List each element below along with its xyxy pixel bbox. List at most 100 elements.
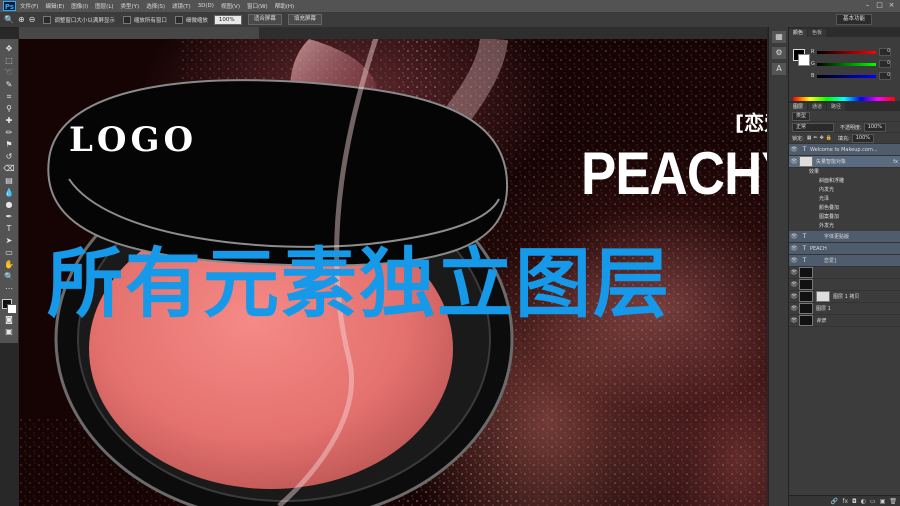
menu-image[interactable]: 图像(I) — [71, 2, 88, 10]
marquee-tool-icon[interactable]: ⬚ — [3, 55, 15, 66]
opacity-field[interactable]: 100% — [863, 122, 886, 132]
red-slider-track[interactable] — [817, 50, 876, 54]
menu-help[interactable]: 帮助(H) — [275, 2, 294, 10]
hand-tool-icon[interactable]: ✋ — [3, 259, 15, 270]
new-layer-icon[interactable]: ▣ — [880, 498, 886, 505]
zoom-in-icon[interactable]: ⊕ — [18, 15, 25, 24]
layer-row[interactable]: 👁 T PEACH — [789, 243, 900, 255]
minimize-button[interactable]: – — [863, 1, 872, 10]
trash-icon[interactable]: 🗑 — [889, 498, 897, 505]
layer-row[interactable]: 👁 — [789, 279, 900, 291]
type-tool-icon[interactable]: T — [3, 223, 15, 234]
workspace-select[interactable]: 基本功能 — [835, 14, 872, 25]
effect-bevel-emboss[interactable]: 斜面和浮雕 — [789, 177, 900, 186]
eye-icon[interactable]: 👁 — [789, 146, 799, 153]
more-tools-icon[interactable]: ⋯ — [3, 283, 15, 294]
blue-slider-track[interactable] — [817, 74, 876, 78]
effect-pattern-overlay[interactable]: 图案叠加 — [789, 213, 900, 222]
eyedropper-tool-icon[interactable]: ⚲ — [3, 103, 15, 114]
stamp-tool-icon[interactable]: ⚑ — [3, 139, 15, 150]
zoom-tool-icon[interactable]: 🔍 — [3, 271, 15, 282]
eye-icon[interactable]: 👁 — [789, 158, 799, 165]
shape-tool-icon[interactable]: ▭ — [3, 247, 15, 258]
blur-tool-icon[interactable]: 💧 — [3, 187, 15, 198]
dodge-tool-icon[interactable]: ● — [3, 199, 15, 210]
tab-paths[interactable]: 路径 — [827, 103, 846, 111]
menu-type[interactable]: 类型(Y) — [121, 2, 140, 10]
eye-icon[interactable]: 👁 — [789, 245, 799, 252]
color-swatches[interactable] — [2, 299, 17, 314]
layer-row[interactable]: 👁 T Welcome to Makeup.com... — [789, 144, 900, 156]
green-value[interactable]: 0 — [879, 60, 891, 68]
scrubby-zoom-checkbox[interactable]: 细微缩放 — [174, 15, 208, 24]
zoom-all-windows-checkbox[interactable]: 缩放所有窗口 — [122, 15, 167, 24]
red-value[interactable]: 0 — [879, 48, 891, 56]
properties-panel-icon[interactable]: ⚙ — [772, 47, 786, 59]
effect-outer-glow[interactable]: 外发光 — [789, 222, 900, 231]
add-mask-icon[interactable]: ◘ — [852, 498, 857, 505]
menu-select[interactable]: 选择(S) — [146, 2, 165, 10]
eye-icon[interactable]: 👁 — [789, 305, 799, 312]
fill-field[interactable]: 100% — [851, 133, 875, 143]
background-color-swatch[interactable] — [7, 304, 17, 314]
screen-mode-icon[interactable]: ▣ — [3, 326, 15, 337]
blend-mode-select[interactable]: 正常 — [792, 122, 834, 132]
menu-layer[interactable]: 图层(L) — [95, 2, 113, 10]
blue-value[interactable]: 0 — [879, 72, 891, 80]
lock-icons[interactable]: ▦✏✥🔒 — [807, 135, 834, 141]
effect-satin[interactable]: 光泽 — [789, 195, 900, 204]
eraser-tool-icon[interactable]: ⌫ — [3, 163, 15, 174]
menu-3d[interactable]: 3D(D) — [198, 3, 214, 9]
red-slider[interactable]: R 0 — [811, 48, 891, 56]
fx-icon[interactable]: fx — [842, 498, 848, 505]
effects-group-label[interactable]: 效果 — [789, 168, 900, 177]
layer-row[interactable]: 👁 矢量智能对象 fx — [789, 156, 900, 168]
healing-brush-tool-icon[interactable]: ✚ — [3, 115, 15, 126]
menu-filter[interactable]: 滤镜(T) — [172, 2, 191, 10]
gradient-tool-icon[interactable]: ▤ — [3, 175, 15, 186]
menu-view[interactable]: 视图(V) — [221, 2, 240, 10]
layer-row[interactable]: 👁 背景 — [789, 315, 900, 327]
blue-slider[interactable]: B 0 — [811, 72, 891, 80]
layer-row[interactable]: 👁 图层 1 — [789, 303, 900, 315]
new-group-icon[interactable]: ▭ — [870, 498, 876, 505]
path-select-tool-icon[interactable]: ➤ — [3, 235, 15, 246]
green-slider-track[interactable] — [817, 62, 876, 66]
adjustment-layer-icon[interactable]: ◐ — [861, 498, 866, 505]
eye-icon[interactable]: 👁 — [789, 233, 799, 240]
checkbox-box[interactable] — [122, 15, 131, 24]
eye-icon[interactable]: 👁 — [789, 257, 799, 264]
document-tab[interactable] — [19, 27, 259, 39]
fit-screen-button[interactable]: 适合屏幕 — [247, 14, 282, 25]
layer-kind-filter[interactable]: 类型 — [792, 111, 811, 121]
eye-icon[interactable]: 👁 — [789, 317, 799, 324]
background-color-chip[interactable] — [798, 54, 810, 66]
brush-tool-icon[interactable]: ✏ — [3, 127, 15, 138]
resize-windows-checkbox[interactable]: 调整窗口大小以满屏显示 — [43, 15, 115, 24]
history-panel-icon[interactable]: ▦ — [772, 31, 786, 43]
menu-window[interactable]: 窗口(W) — [247, 2, 268, 10]
tab-color[interactable]: 颜色 — [789, 29, 808, 37]
quick-mask-icon[interactable]: ◙ — [3, 314, 15, 325]
fill-screen-button[interactable]: 填充屏幕 — [287, 14, 322, 25]
lasso-tool-icon[interactable]: ➰ — [3, 67, 15, 78]
eye-icon[interactable]: 👁 — [789, 293, 799, 300]
move-tool-icon[interactable]: ✥ — [3, 43, 15, 54]
maximize-button[interactable]: □ — [875, 1, 884, 10]
layer-row[interactable]: 👁 T 恋爱] — [789, 255, 900, 267]
close-button[interactable]: × — [887, 1, 896, 10]
effect-inner-glow[interactable]: 内发光 — [789, 186, 900, 195]
eye-icon[interactable]: 👁 — [789, 269, 799, 276]
tab-channels[interactable]: 通道 — [808, 103, 827, 111]
eye-icon[interactable]: 👁 — [789, 281, 799, 288]
zoom-value-field[interactable]: 100% — [213, 14, 242, 25]
menu-file[interactable]: 文件(F) — [20, 2, 38, 10]
tab-layers[interactable]: 图层 — [789, 103, 808, 111]
checkbox-box[interactable] — [174, 15, 183, 24]
zoom-icon[interactable]: 🔍 — [4, 15, 14, 24]
layer-row[interactable]: 👁 T 字体更贴版 — [789, 231, 900, 243]
link-layers-icon[interactable]: 🔗 — [831, 498, 838, 505]
green-slider[interactable]: G 0 — [811, 60, 891, 68]
zoom-out-icon[interactable]: ⊖ — [29, 15, 36, 24]
document-canvas[interactable]: LOGO [恋爱 PEACHY 所有元素独立图层 — [19, 39, 767, 506]
